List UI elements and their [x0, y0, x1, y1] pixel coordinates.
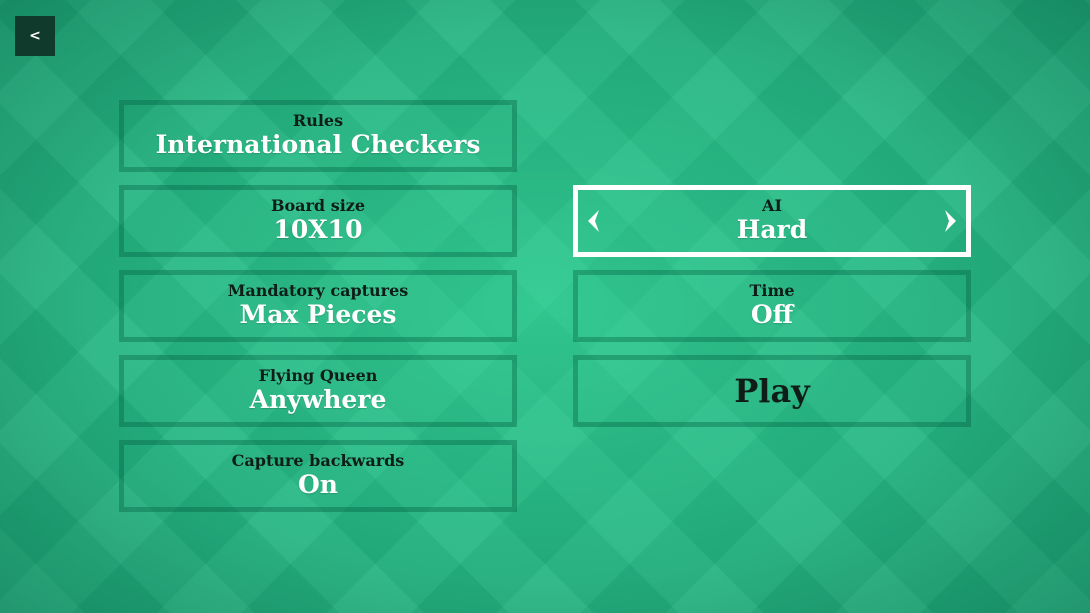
ai-value: Hard — [736, 215, 808, 244]
capture-backwards-value: On — [298, 470, 338, 499]
time-value: Off — [750, 300, 794, 329]
back-button[interactable]: < — [15, 16, 55, 56]
capture-backwards-setting[interactable]: Capture backwards On — [119, 440, 517, 512]
time-setting[interactable]: Time Off — [573, 270, 971, 342]
capture-backwards-label: Capture backwards — [231, 451, 405, 470]
mandatory-captures-value: Max Pieces — [239, 300, 397, 329]
rules-setting[interactable]: Rules International Checkers — [119, 100, 517, 172]
board-size-value: 10X10 — [273, 215, 363, 244]
ai-setting[interactable]: AI Hard — [573, 185, 971, 257]
rules-value: International Checkers — [155, 130, 481, 159]
board-size-label: Board size — [270, 196, 366, 215]
chevron-left-icon[interactable] — [585, 208, 601, 234]
ai-label: AI — [762, 196, 782, 215]
flying-queen-value: Anywhere — [249, 385, 387, 414]
flying-queen-setting[interactable]: Flying Queen Anywhere — [119, 355, 517, 427]
time-label: Time — [749, 281, 795, 300]
back-arrow-icon: < — [29, 28, 41, 44]
flying-queen-label: Flying Queen — [258, 366, 378, 385]
mandatory-captures-setting[interactable]: Mandatory captures Max Pieces — [119, 270, 517, 342]
play-label: Play — [734, 372, 810, 410]
play-button[interactable]: Play — [573, 355, 971, 427]
chevron-right-icon[interactable] — [943, 208, 959, 234]
board-size-setting[interactable]: Board size 10X10 — [119, 185, 517, 257]
mandatory-captures-label: Mandatory captures — [227, 281, 409, 300]
rules-label: Rules — [292, 111, 344, 130]
